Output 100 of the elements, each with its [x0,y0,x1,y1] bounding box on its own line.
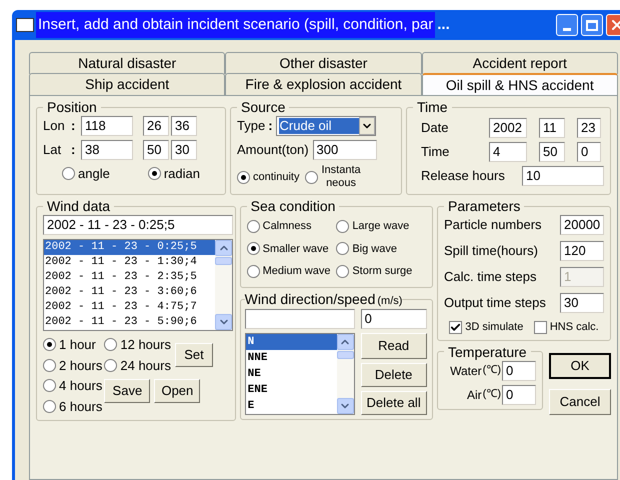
list-item[interactable]: 2002 - 11 - 23 - 1:30;4 [44,255,215,270]
colon-separator: : [268,117,273,136]
text-field[interactable]: 2002 - 11 - 23 - 0:25;5 [43,215,233,235]
time-label: Time [420,143,450,162]
scroll-up-button[interactable] [215,240,232,256]
radio-label: radian [164,165,200,183]
text-field[interactable]: 30 [560,293,604,313]
unit-label: (℃) [482,387,501,402]
text-field[interactable]: 38 [81,140,133,160]
list-item[interactable]: 2002 - 11 - 23 - 0:25;5 [44,240,215,255]
direction-list[interactable]: N NNE NE ENE E [244,333,355,415]
group-title: Source [240,98,286,116]
text-field[interactable]: 11 [539,118,565,138]
type-dropdown[interactable]: Crude oil [276,116,376,136]
push-button[interactable]: OK [549,352,611,378]
list-item[interactable]: E [246,398,337,414]
tab[interactable]: Ship accident [29,73,226,95]
check-icon [450,322,462,333]
tab[interactable]: Accident report [422,52,618,74]
minimize-button[interactable] [556,14,578,36]
checkbox[interactable] [449,320,462,334]
text-field[interactable]: 20000 [560,215,604,235]
radio-button[interactable] [148,167,161,180]
input-field[interactable] [244,309,355,329]
list-item[interactable]: 2002 - 11 - 23 - 5:90;6 [44,315,215,330]
list-item[interactable]: ENE [246,382,337,398]
group-title: Position [46,98,98,116]
text-field[interactable]: 23 [577,118,601,138]
tab[interactable]: Oil spill & HNS accident [422,73,618,95]
radio-button[interactable] [43,358,56,372]
text-field[interactable]: 30 [171,140,197,160]
radio-button[interactable] [336,242,350,256]
radio-button[interactable] [336,264,350,278]
unit-label: (m/s) [377,294,402,308]
checkbox[interactable] [534,320,547,334]
push-button[interactable]: Delete all [360,391,427,415]
radio-label: Medium wave [262,264,330,279]
text-field[interactable]: 0 [360,309,427,329]
radio-label: 1 hour [59,336,96,354]
push-button[interactable]: Delete [360,363,427,387]
push-button[interactable]: Save [104,379,150,403]
vertical-scrollbar[interactable] [336,334,354,414]
text-field[interactable]: 120 [560,241,604,261]
push-button[interactable]: Set [174,343,213,367]
radio-label: Calmness [262,219,312,234]
unit-label: (℃) [482,363,501,378]
radio-button[interactable] [336,220,350,233]
push-button[interactable]: Open [154,379,200,403]
text-field[interactable]: 0 [577,142,601,162]
text-field[interactable]: 26 [143,116,169,136]
title-ellipsis: ... [437,14,450,35]
radio-label: 2 hours [59,356,102,374]
radio-button[interactable] [246,264,260,278]
radio-button[interactable] [104,338,118,352]
maximize-button[interactable] [581,14,603,36]
tab[interactable]: Fire & explosion accident [225,73,422,95]
tab[interactable]: Other disaster [225,52,422,74]
text-field[interactable]: 118 [81,116,133,136]
wind-record-list[interactable]: 2002 - 11 - 23 - 0:25;5 2002 - 11 - 23 - 1:30;4 2002 - 11 - 23 - 2:35;5 2002 - 11 - 23 - 3:60;6 2002 - 11 - 23 - 4:75;7 2002 - 11 - 23 - 5:90;6 [43,239,233,331]
text-field[interactable]: 50 [143,140,169,160]
radio-label: angle [78,165,110,183]
scroll-up-button[interactable] [336,334,354,350]
release-hours-label: Release hours [420,167,506,186]
radio-button[interactable] [246,242,260,256]
radio-button[interactable] [305,170,318,184]
radio-button[interactable] [43,379,56,392]
dropdown-value: Crude oil [278,118,359,134]
text-field[interactable]: 300 [312,140,377,160]
colon-separator: : [71,117,76,136]
list-item[interactable]: NNE [246,350,337,366]
radio-button[interactable] [43,338,56,352]
push-button[interactable]: Read [360,333,427,359]
scroll-down-button[interactable] [336,398,354,414]
push-button[interactable]: Cancel [549,388,611,414]
parameter-label: Calc. time steps [444,268,536,286]
vertical-scrollbar[interactable] [215,240,232,330]
text-field[interactable]: 50 [539,142,565,162]
text-field[interactable]: 10 [522,166,604,186]
list-item[interactable]: 2002 - 11 - 23 - 2:35;5 [44,270,215,285]
list-item[interactable]: 2002 - 11 - 23 - 3:60;6 [44,285,215,300]
radio-label: Smaller wave [262,242,329,256]
radio-button[interactable] [43,400,56,413]
scroll-down-button[interactable] [215,314,232,330]
text-field[interactable]: 36 [171,116,197,136]
list-item[interactable]: NE [246,366,337,382]
scroll-thumb[interactable] [336,351,354,359]
text-field[interactable]: 2002 [489,118,527,138]
list-item[interactable]: 2002 - 11 - 23 - 4:75;7 [44,300,215,315]
text-field[interactable]: 4 [489,142,527,162]
text-field[interactable]: 0 [502,384,536,404]
parameter-label: Output time steps [444,294,546,312]
radio-button[interactable] [237,170,250,184]
radio-button[interactable] [62,167,75,180]
tab[interactable]: Natural disaster [29,52,226,74]
scroll-thumb[interactable] [215,257,232,265]
text-field[interactable]: 0 [502,360,536,380]
group-title: Wind direction/speed [244,290,376,308]
radio-button[interactable] [246,220,260,233]
list-item[interactable]: N [246,334,337,350]
radio-button[interactable] [104,358,118,372]
